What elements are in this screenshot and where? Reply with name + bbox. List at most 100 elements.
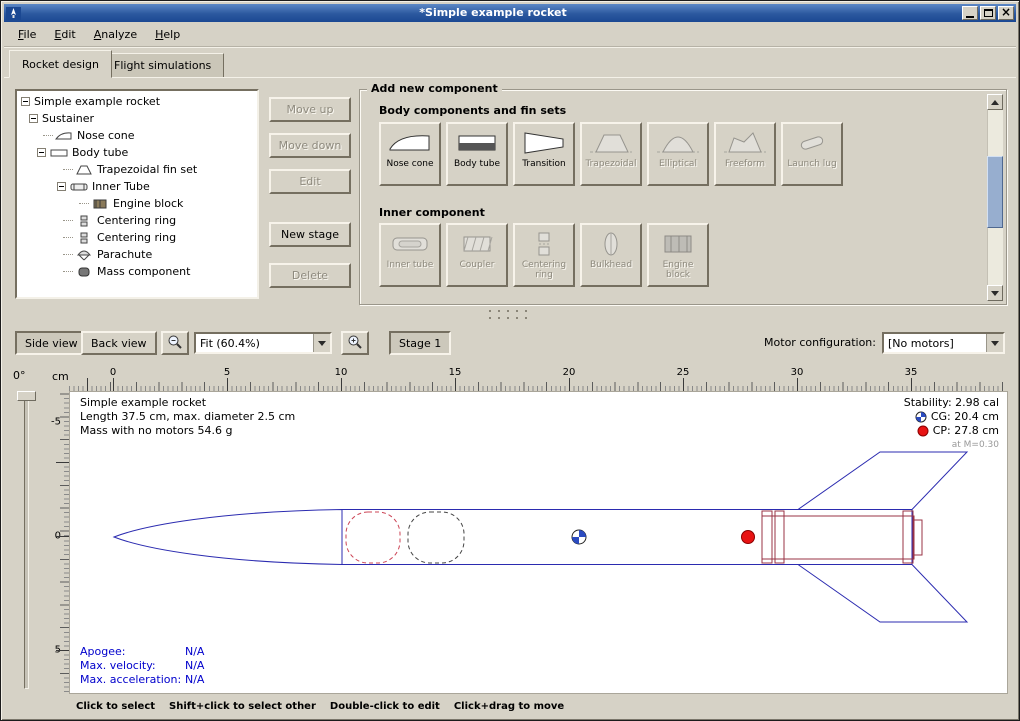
collapse-icon[interactable] [37, 148, 46, 157]
tree-item-sustainer[interactable]: Sustainer [17, 110, 257, 127]
trapezoidal-fin-icon [588, 127, 634, 159]
statusbar: Click to select Shift+click to select ot… [4, 695, 1016, 717]
tree-connector [43, 135, 53, 136]
ruler-number: 25 [677, 367, 690, 378]
tree-item-fin-set[interactable]: Trapezoidal fin set [17, 161, 257, 178]
zoom-out-button[interactable] [161, 331, 189, 355]
scroll-down-button[interactable] [987, 285, 1003, 301]
menu-edit[interactable]: Edit [46, 25, 83, 44]
tree-item-mass-component[interactable]: Mass component [17, 263, 257, 280]
add-transition-button[interactable]: Transition [513, 122, 575, 186]
add-elliptical-fin-button[interactable]: Elliptical [647, 122, 709, 186]
add-coupler-button[interactable]: Coupler [446, 223, 508, 287]
collapse-icon[interactable] [21, 97, 30, 106]
tree-item-nose-cone[interactable]: Nose cone [17, 127, 257, 144]
menubar: File Edit Analyze Help [4, 22, 1016, 47]
rocket-mass: Mass with no motors 54.6 g [80, 424, 295, 438]
tree-item-label: Simple example rocket [34, 95, 160, 108]
menu-help[interactable]: Help [147, 25, 188, 44]
zoom-in-button[interactable] [341, 331, 369, 355]
tree-item-engine-block[interactable]: Engine block [17, 195, 257, 212]
menu-file[interactable]: File [10, 25, 44, 44]
add-freeform-fin-button[interactable]: Freeform [714, 122, 776, 186]
component-tree[interactable]: Simple example rocket Sustainer Nose con… [15, 89, 259, 299]
collapse-icon[interactable] [57, 182, 66, 191]
maximize-button[interactable] [980, 6, 996, 20]
tab-rocket-design[interactable]: Rocket design [9, 50, 112, 78]
zoom-level-combobox[interactable]: Fit (60.4%) [194, 332, 332, 354]
zoom-in-icon [347, 334, 363, 350]
add-engine-block-button[interactable]: Engine block [647, 223, 709, 287]
mach-row: at M=0.30 [904, 438, 999, 452]
tree-item-centering-ring-2[interactable]: Centering ring [17, 229, 257, 246]
tree-item-centering-ring-1[interactable]: Centering ring [17, 212, 257, 229]
edit-button[interactable]: Edit [269, 169, 351, 194]
move-up-button[interactable]: Move up [269, 97, 351, 122]
collapse-icon[interactable] [29, 114, 38, 123]
delete-button[interactable]: Delete [269, 263, 351, 288]
tree-item-inner-tube[interactable]: Inner Tube [17, 178, 257, 195]
zoom-out-icon [167, 334, 183, 350]
stability-legend: Stability: 2.98 cal CG: 20.4 cm CP: 27.8… [904, 396, 999, 452]
motor-configuration-combobox[interactable]: [No motors] [882, 332, 1005, 354]
add-body-tube-button[interactable]: Body tube [446, 122, 508, 186]
button-label: Centering ring [516, 260, 572, 280]
move-down-button[interactable]: Move down [269, 133, 351, 158]
button-label: Elliptical [659, 159, 697, 169]
transition-icon [521, 127, 567, 159]
window-icon[interactable] [6, 7, 21, 20]
max-velocity-row: Max. velocity:N/A [80, 659, 204, 673]
stage-1-toggle[interactable]: Stage 1 [389, 331, 451, 355]
zoom-level-value: Fit (60.4%) [196, 337, 313, 350]
ruler-number: 10 [335, 367, 348, 378]
scroll-up-button[interactable] [987, 94, 1003, 110]
add-bulkhead-button[interactable]: Bulkhead [580, 223, 642, 287]
tree-item-parachute[interactable]: Parachute [17, 246, 257, 263]
tree-item-label: Parachute [97, 248, 152, 261]
inner-assembly-outline [762, 511, 922, 563]
tree-item-rocket[interactable]: Simple example rocket [17, 93, 257, 110]
tree-item-label: Trapezoidal fin set [97, 163, 197, 176]
minimize-button[interactable] [962, 6, 978, 20]
coupler-icon [454, 228, 500, 260]
tree-item-body-tube[interactable]: Body tube [17, 144, 257, 161]
max-velocity-value: N/A [185, 659, 204, 672]
group-title: Add new component [367, 82, 502, 95]
menu-analyze[interactable]: Analyze [86, 25, 145, 44]
button-label: Body tube [454, 159, 500, 169]
combobox-dropdown-button[interactable] [986, 334, 1003, 352]
add-launch-lug-button[interactable]: Launch lug [781, 122, 843, 186]
stability-row: Stability: 2.98 cal [904, 396, 999, 410]
add-nose-cone-button[interactable]: Nose cone [379, 122, 441, 186]
splitter-handle[interactable] [489, 317, 533, 319]
new-stage-button[interactable]: New stage [269, 222, 351, 247]
splitter-handle[interactable] [489, 310, 533, 312]
tree-connector [79, 203, 89, 204]
combobox-dropdown-button[interactable] [313, 334, 330, 352]
titlebar[interactable]: *Simple example rocket × [4, 4, 1016, 22]
flight-info: Apogee:N/A Max. velocity:N/A Max. accele… [80, 645, 204, 687]
app-logo-icon [8, 8, 19, 19]
add-centering-ring-button[interactable]: Centering ring [513, 223, 575, 287]
tab-flight-simulations[interactable]: Flight simulations [101, 53, 224, 78]
add-inner-tube-button[interactable]: Inner tube [379, 223, 441, 287]
rotation-slider-thumb[interactable] [17, 391, 36, 401]
rotation-slider-track[interactable] [24, 393, 29, 689]
button-label: Transition [522, 159, 566, 169]
tree-item-label: Engine block [113, 197, 183, 210]
rocket-figure-canvas[interactable]: Simple example rocket Length 37.5 cm, ma… [69, 391, 1008, 694]
add-trapezoidal-fin-button[interactable]: Trapezoidal [580, 122, 642, 186]
parachute-icon [75, 249, 93, 261]
component-panel-scrollbar[interactable] [987, 94, 1003, 301]
rocket-info: Simple example rocket Length 37.5 cm, ma… [80, 396, 295, 438]
back-view-button[interactable]: Back view [81, 331, 157, 355]
arrow-up-icon [991, 96, 999, 105]
body-tube-icon [454, 127, 500, 159]
motor-configuration-label: Motor configuration: [764, 336, 876, 349]
close-button[interactable]: × [998, 6, 1014, 20]
apogee-label: Apogee: [80, 645, 185, 659]
scrollbar-thumb[interactable] [987, 156, 1003, 228]
tree-item-label: Inner Tube [92, 180, 150, 193]
tab-separator [4, 77, 1016, 79]
side-view-button[interactable]: Side view [15, 331, 88, 355]
